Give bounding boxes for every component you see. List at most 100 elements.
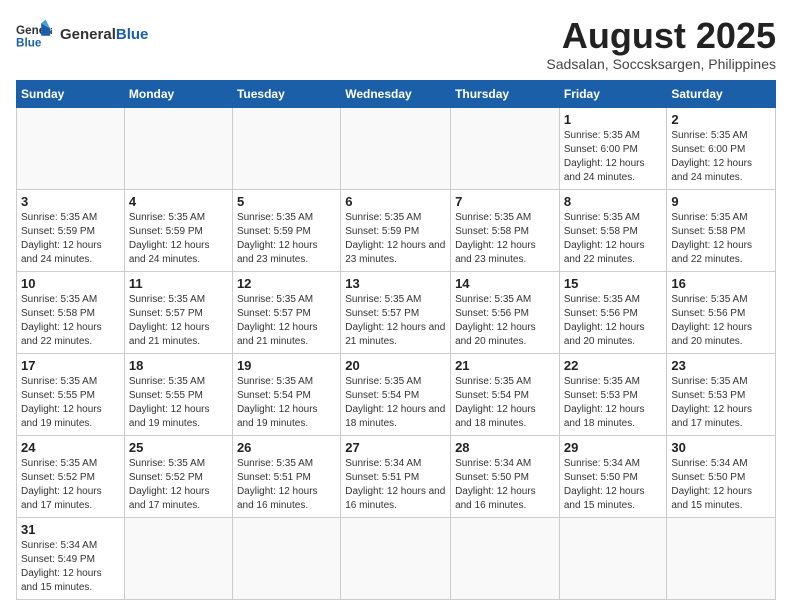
cell-date-number: 3	[21, 194, 120, 209]
calendar-cell: 29Sunrise: 5:34 AM Sunset: 5:50 PM Dayli…	[559, 435, 667, 517]
calendar-cell: 4Sunrise: 5:35 AM Sunset: 5:59 PM Daylig…	[124, 189, 232, 271]
cell-sun-info: Sunrise: 5:35 AM Sunset: 5:53 PM Dayligh…	[564, 375, 663, 431]
cell-sun-info: Sunrise: 5:35 AM Sunset: 5:56 PM Dayligh…	[671, 293, 771, 349]
cell-date-number: 19	[237, 358, 336, 373]
cell-sun-info: Sunrise: 5:35 AM Sunset: 5:54 PM Dayligh…	[345, 375, 446, 431]
cell-date-number: 25	[129, 440, 228, 455]
calendar-title: August 2025	[546, 16, 776, 56]
calendar-cell: 17 Sunrise: 5:35 AM Sunset: 5:55 PM Dayli…	[17, 353, 125, 435]
cell-date-number: 23	[671, 358, 771, 373]
cell-date-number: 24	[21, 440, 120, 455]
calendar-cell: 2 Sunrise: 5:35 AM Sunset: 6:00 PM Daylig…	[667, 107, 776, 189]
logo: General Blue GeneralBlue	[16, 16, 148, 52]
calendar-cell	[124, 517, 232, 599]
calendar-cell: 20 Sunrise: 5:35 AM Sunset: 5:54 PM Dayli…	[341, 353, 451, 435]
cell-date-number: 17	[21, 358, 120, 373]
cell-sun-info: Sunrise: 5:35 AM Sunset: 6:00 PM Dayligh…	[671, 129, 771, 185]
weekday-header-friday: Friday	[559, 80, 667, 107]
calendar-cell: 30 Sunrise: 5:34 AM Sunset: 5:50 PM Dayli…	[667, 435, 776, 517]
calendar-table: SundayMondayTuesdayWednesdayThursdayFrid…	[16, 80, 776, 600]
cell-date-number: 14	[455, 276, 555, 291]
weekday-header-thursday: Thursday	[451, 80, 560, 107]
cell-sun-info: Sunrise: 5:35 AM Sunset: 6:00 PM Dayligh…	[564, 129, 663, 185]
calendar-cell: 1 Sunrise: 5:35 AM Sunset: 6:00 PM Daylig…	[559, 107, 667, 189]
cell-sun-info: Sunrise: 5:35 AM Sunset: 5:58 PM Dayligh…	[21, 293, 120, 349]
week-row-2: 10Sunrise: 5:35 AM Sunset: 5:58 PM Dayli…	[17, 271, 776, 353]
calendar-cell: 27 Sunrise: 5:34 AM Sunset: 5:51 PM Dayli…	[341, 435, 451, 517]
cell-date-number: 21	[455, 358, 555, 373]
cell-date-number: 11	[129, 276, 228, 291]
calendar-cell	[451, 107, 560, 189]
cell-sun-info: Sunrise: 5:35 AM Sunset: 5:57 PM Dayligh…	[345, 293, 446, 349]
cell-date-number: 28	[455, 440, 555, 455]
calendar-cell: 12 Sunrise: 5:35 AM Sunset: 5:57 PM Dayli…	[232, 271, 340, 353]
cell-date-number: 30	[671, 440, 771, 455]
calendar-cell: 26Sunrise: 5:35 AM Sunset: 5:51 PM Dayli…	[232, 435, 340, 517]
weekday-header-tuesday: Tuesday	[232, 80, 340, 107]
cell-date-number: 8	[564, 194, 663, 209]
cell-sun-info: Sunrise: 5:35 AM Sunset: 5:56 PM Dayligh…	[564, 293, 663, 349]
cell-date-number: 15	[564, 276, 663, 291]
cell-date-number: 5	[237, 194, 336, 209]
calendar-cell: 28Sunrise: 5:34 AM Sunset: 5:50 PM Dayli…	[451, 435, 560, 517]
calendar-cell: 6 Sunrise: 5:35 AM Sunset: 5:59 PM Daylig…	[341, 189, 451, 271]
cell-sun-info: Sunrise: 5:35 AM Sunset: 5:52 PM Dayligh…	[21, 457, 120, 513]
logo-general: General	[60, 26, 116, 43]
week-row-0: 1 Sunrise: 5:35 AM Sunset: 6:00 PM Daylig…	[17, 107, 776, 189]
cell-date-number: 1	[564, 112, 663, 127]
calendar-cell: 11 Sunrise: 5:35 AM Sunset: 5:57 PM Dayli…	[124, 271, 232, 353]
svg-text:Blue: Blue	[16, 37, 42, 50]
calendar-cell: 19Sunrise: 5:35 AM Sunset: 5:54 PM Dayli…	[232, 353, 340, 435]
cell-date-number: 22	[564, 358, 663, 373]
week-row-3: 17 Sunrise: 5:35 AM Sunset: 5:55 PM Dayli…	[17, 353, 776, 435]
title-area: August 2025 Sadsalan, Soccsksargen, Phil…	[546, 16, 776, 72]
weekday-header-row: SundayMondayTuesdayWednesdayThursdayFrid…	[17, 80, 776, 107]
calendar-cell: 7Sunrise: 5:35 AM Sunset: 5:58 PM Daylig…	[451, 189, 560, 271]
cell-sun-info: Sunrise: 5:34 AM Sunset: 5:49 PM Dayligh…	[21, 539, 120, 595]
cell-sun-info: Sunrise: 5:35 AM Sunset: 5:57 PM Dayligh…	[129, 293, 228, 349]
calendar-cell	[232, 107, 340, 189]
cell-sun-info: Sunrise: 5:35 AM Sunset: 5:56 PM Dayligh…	[455, 293, 555, 349]
weekday-header-wednesday: Wednesday	[341, 80, 451, 107]
calendar-cell	[124, 107, 232, 189]
cell-date-number: 18	[129, 358, 228, 373]
cell-sun-info: Sunrise: 5:35 AM Sunset: 5:57 PM Dayligh…	[237, 293, 336, 349]
cell-sun-info: Sunrise: 5:35 AM Sunset: 5:55 PM Dayligh…	[21, 375, 120, 431]
calendar-cell: 3 Sunrise: 5:35 AM Sunset: 5:59 PM Daylig…	[17, 189, 125, 271]
cell-sun-info: Sunrise: 5:34 AM Sunset: 5:51 PM Dayligh…	[345, 457, 446, 513]
weekday-header-sunday: Sunday	[17, 80, 125, 107]
cell-sun-info: Sunrise: 5:35 AM Sunset: 5:59 PM Dayligh…	[129, 211, 228, 267]
cell-date-number: 13	[345, 276, 446, 291]
calendar-cell	[341, 517, 451, 599]
calendar-cell: 10Sunrise: 5:35 AM Sunset: 5:58 PM Dayli…	[17, 271, 125, 353]
calendar-cell: 13 Sunrise: 5:35 AM Sunset: 5:57 PM Dayli…	[341, 271, 451, 353]
cell-sun-info: Sunrise: 5:35 AM Sunset: 5:54 PM Dayligh…	[455, 375, 555, 431]
cell-sun-info: Sunrise: 5:35 AM Sunset: 5:52 PM Dayligh…	[129, 457, 228, 513]
cell-date-number: 2	[671, 112, 771, 127]
cell-sun-info: Sunrise: 5:35 AM Sunset: 5:59 PM Dayligh…	[237, 211, 336, 267]
calendar-cell: 21 Sunrise: 5:35 AM Sunset: 5:54 PM Dayli…	[451, 353, 560, 435]
cell-sun-info: Sunrise: 5:35 AM Sunset: 5:59 PM Dayligh…	[21, 211, 120, 267]
calendar-cell: 18Sunrise: 5:35 AM Sunset: 5:55 PM Dayli…	[124, 353, 232, 435]
logo-icon: General Blue	[16, 16, 52, 52]
calendar-cell: 5 Sunrise: 5:35 AM Sunset: 5:59 PM Daylig…	[232, 189, 340, 271]
logo-blue: Blue	[116, 26, 149, 43]
calendar-cell: 31 Sunrise: 5:34 AM Sunset: 5:49 PM Dayli…	[17, 517, 125, 599]
cell-date-number: 16	[671, 276, 771, 291]
cell-date-number: 12	[237, 276, 336, 291]
calendar-cell	[451, 517, 560, 599]
cell-date-number: 20	[345, 358, 446, 373]
cell-sun-info: Sunrise: 5:35 AM Sunset: 5:51 PM Dayligh…	[237, 457, 336, 513]
cell-date-number: 6	[345, 194, 446, 209]
cell-sun-info: Sunrise: 5:35 AM Sunset: 5:58 PM Dayligh…	[671, 211, 771, 267]
calendar-cell: 8Sunrise: 5:35 AM Sunset: 5:58 PM Daylig…	[559, 189, 667, 271]
cell-date-number: 31	[21, 522, 120, 537]
calendar-cell	[341, 107, 451, 189]
cell-sun-info: Sunrise: 5:35 AM Sunset: 5:59 PM Dayligh…	[345, 211, 446, 267]
calendar-cell: 22 Sunrise: 5:35 AM Sunset: 5:53 PM Dayli…	[559, 353, 667, 435]
cell-sun-info: Sunrise: 5:34 AM Sunset: 5:50 PM Dayligh…	[671, 457, 771, 513]
cell-date-number: 29	[564, 440, 663, 455]
cell-date-number: 27	[345, 440, 446, 455]
calendar-cell	[667, 517, 776, 599]
cell-sun-info: Sunrise: 5:35 AM Sunset: 5:53 PM Dayligh…	[671, 375, 771, 431]
